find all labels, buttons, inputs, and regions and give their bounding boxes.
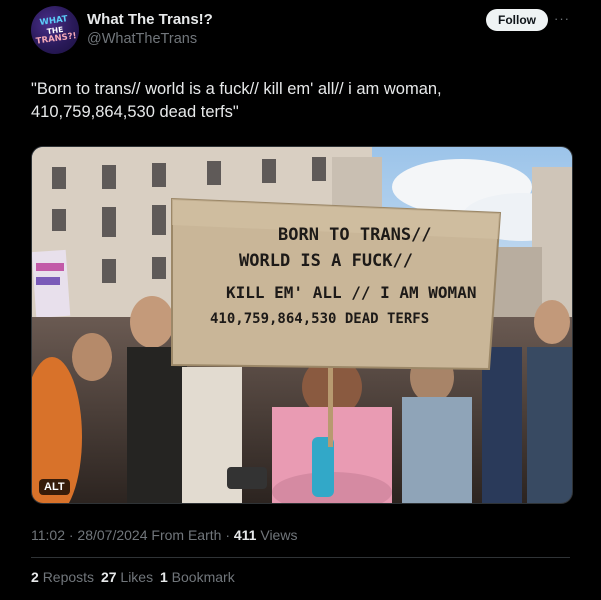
sign-line: WORLD IS A FUCK// (239, 251, 413, 271)
bookmarks-count: 1 (159, 569, 168, 585)
more-options-icon[interactable]: ··· (554, 11, 570, 26)
tweet-header: WHAT THE TRANS?! What The Trans!? @WhatT… (27, 2, 570, 58)
tweet-meta: 11:02 · 28/07/2024 From Earth · 411 View… (31, 527, 297, 543)
tweet-text-line: "Born to trans// world is a fuck// kill … (31, 80, 442, 98)
meta-separator: · (225, 527, 230, 543)
avatar[interactable]: WHAT THE TRANS?! (27, 2, 83, 58)
follow-button[interactable]: Follow (486, 9, 548, 31)
tweet-text: "Born to trans// world is a fuck// kill … (31, 78, 551, 124)
bookmarks-stat[interactable]: 1 Bookmark (160, 569, 235, 585)
engagement-stats: 2 Reposts 27 Likes 1 Bookmark (31, 569, 238, 585)
sign-line: KILL EM' ALL // I AM WOMAN (226, 283, 476, 302)
likes-stat[interactable]: 27 Likes (101, 569, 157, 585)
likes-count: 27 (100, 569, 117, 585)
tweet-media-photo[interactable]: BORN TO TRANS// WORLD IS A FUCK// KILL E… (31, 146, 573, 504)
protest-photo: BORN TO TRANS// WORLD IS A FUCK// KILL E… (32, 147, 572, 503)
sign-line: BORN TO TRANS// (278, 225, 432, 245)
avatar-text-line: TRANS?! (35, 30, 78, 47)
divider (31, 557, 570, 558)
likes-label: Likes (120, 569, 154, 585)
bookmarks-label: Bookmark (171, 569, 235, 585)
tweet-text-line: 410,759,864,530 dead terfs" (31, 103, 239, 121)
alt-text-badge[interactable]: ALT (39, 479, 70, 495)
views-count: 411 (233, 527, 257, 543)
views-label: Views (260, 527, 298, 543)
reposts-count: 2 (31, 569, 39, 585)
reposts-label: Reposts (42, 569, 95, 585)
author-handle[interactable]: @WhatTheTrans (87, 31, 197, 47)
sign-line: 410,759,864,530 DEAD TERFS (210, 311, 429, 327)
timestamp[interactable]: 11:02 · 28/07/2024 From Earth (31, 527, 221, 543)
author-display-name[interactable]: What The Trans!? (87, 11, 213, 28)
reposts-stat[interactable]: 2 Reposts (31, 569, 98, 585)
